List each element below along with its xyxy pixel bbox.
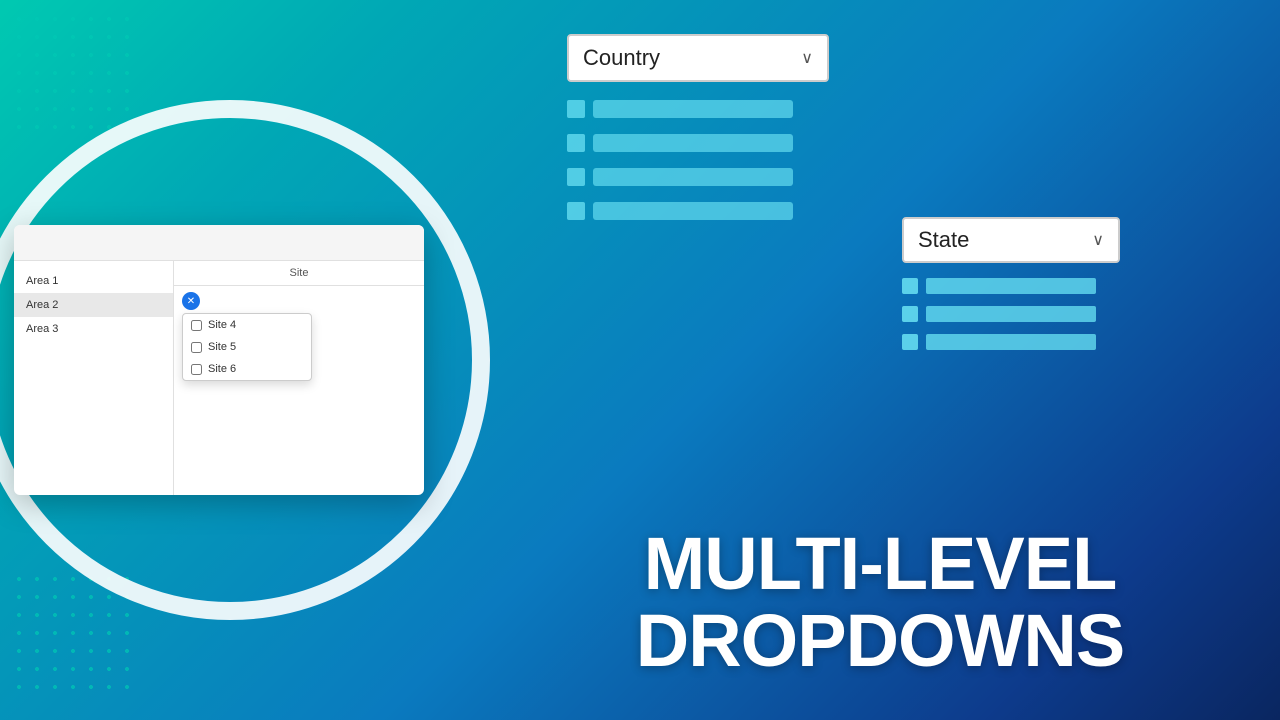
bar-rect-sm	[926, 278, 1096, 294]
bar-square	[567, 100, 585, 118]
bar-row	[567, 100, 793, 118]
dropdown-item[interactable]: Site 5	[183, 336, 311, 358]
chevron-down-icon: ∨	[1092, 230, 1104, 250]
title-line2: DROPDOWNS	[480, 602, 1280, 680]
list-item[interactable]: Area 2	[14, 293, 173, 317]
state-bars	[902, 278, 1096, 350]
bar-row	[902, 334, 1096, 350]
bar-rect	[593, 100, 793, 118]
bar-rect-sm	[926, 334, 1096, 350]
dropdown-item-checkbox[interactable]	[191, 342, 202, 353]
preview-right-panel: Site ✕ Site 4 Site 5 Site 6	[174, 261, 424, 495]
state-dropdown[interactable]: State ∨	[902, 217, 1120, 263]
preview-content: Area 1 Area 2 Area 3 Site ✕ Site 4 Site …	[14, 261, 424, 495]
bar-rect	[593, 168, 793, 186]
bar-square-sm	[902, 306, 918, 322]
preview-card-header	[14, 225, 424, 261]
title-line1: MULTI-LEVEL	[480, 525, 1280, 603]
bar-rect-sm	[926, 306, 1096, 322]
dropdown-item-label: Site 6	[208, 363, 236, 375]
main-title: MULTI-LEVEL DROPDOWNS	[480, 525, 1280, 680]
dropdown-item-label: Site 4	[208, 319, 236, 331]
bar-square	[567, 168, 585, 186]
bar-square	[567, 134, 585, 152]
bar-row	[902, 306, 1096, 322]
tag-area: ✕	[174, 286, 424, 316]
list-item[interactable]: Area 1	[14, 269, 173, 293]
dropdown-item-checkbox[interactable]	[191, 320, 202, 331]
dropdown-item-checkbox[interactable]	[191, 364, 202, 375]
country-bars	[567, 100, 793, 220]
bar-row	[567, 168, 793, 186]
site-column-header: Site	[174, 261, 424, 286]
dropdown-item-label: Site 5	[208, 341, 236, 353]
bar-row	[567, 134, 793, 152]
bar-square	[567, 202, 585, 220]
dropdown-item[interactable]: Site 4	[183, 314, 311, 336]
tag-remove-button[interactable]: ✕	[182, 292, 200, 310]
bar-rect	[593, 202, 793, 220]
country-dropdown-label: Country	[583, 45, 660, 71]
dropdown-list: Site 4 Site 5 Site 6	[182, 313, 312, 381]
bar-square-sm	[902, 278, 918, 294]
preview-card: Area 1 Area 2 Area 3 Site ✕ Site 4 Site …	[14, 225, 424, 495]
bar-rect	[593, 134, 793, 152]
preview-left-panel: Area 1 Area 2 Area 3	[14, 261, 174, 495]
bar-row	[567, 202, 793, 220]
chevron-down-icon: ∨	[801, 48, 813, 68]
dots-decoration-topleft	[10, 10, 130, 130]
tag-search-input[interactable]	[204, 292, 416, 310]
country-dropdown[interactable]: Country ∨	[567, 34, 829, 82]
bar-square-sm	[902, 334, 918, 350]
dropdown-item[interactable]: Site 6	[183, 358, 311, 380]
state-dropdown-label: State	[918, 227, 969, 253]
bar-row	[902, 278, 1096, 294]
list-item[interactable]: Area 3	[14, 317, 173, 341]
